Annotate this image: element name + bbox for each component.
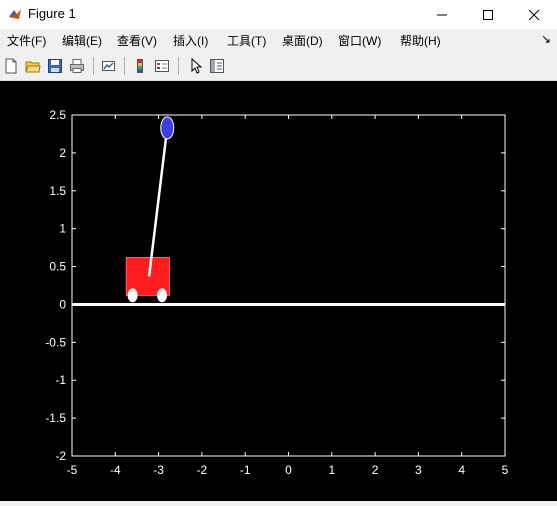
- figure-canvas[interactable]: -5 -4 -3 -2 -1 0 1 2 3 4 5 -2 -1.5 -1 -0.5 0 0.5 1 1.5 2 2.5: [0, 81, 557, 501]
- menu-view[interactable]: 查看(V): [117, 32, 157, 49]
- toolbar-separator: [93, 57, 94, 75]
- y-tick-label: 2.5: [49, 108, 66, 122]
- y-tick-label: -2: [55, 449, 66, 463]
- minimize-button[interactable]: [419, 0, 465, 29]
- y-tick-label: -1.5: [45, 411, 66, 425]
- x-tick-label: -2: [197, 463, 208, 477]
- pendulum-bob: [160, 116, 175, 140]
- x-tick-label: 5: [502, 463, 509, 477]
- menu-tools[interactable]: 工具(T): [227, 32, 266, 49]
- pointer-button[interactable]: [185, 56, 205, 76]
- y-tick-label: 0: [59, 297, 66, 311]
- legend-icon: [155, 60, 169, 72]
- menu-window[interactable]: 窗口(W): [338, 32, 381, 49]
- menu-edit[interactable]: 编辑(E): [62, 32, 102, 49]
- x-tick-label: 0: [285, 463, 292, 477]
- x-tick-label: 2: [372, 463, 379, 477]
- dock-arrow-icon[interactable]: ↘: [541, 32, 551, 46]
- y-tick-label: 1: [59, 222, 66, 236]
- maximize-icon: [483, 9, 493, 20]
- colorbar-button[interactable]: [130, 56, 150, 76]
- x-tick-label: 3: [415, 463, 422, 477]
- menu-help[interactable]: 帮助(H): [400, 32, 441, 49]
- cart-wheel: [157, 288, 168, 303]
- close-icon: [528, 9, 540, 20]
- matlab-icon: [9, 9, 21, 19]
- menu-desktop[interactable]: 桌面(D): [282, 32, 323, 49]
- property-inspector-icon: [210, 59, 224, 73]
- menu-bar: 文件(F) 编辑(E) 查看(V) 插入(I) 工具(T) 桌面(D) 窗口(W…: [0, 29, 557, 51]
- colorbar-icon: [137, 59, 143, 73]
- legend-button[interactable]: [152, 56, 172, 76]
- minimize-icon: [437, 14, 447, 15]
- y-tick-label: -0.5: [45, 335, 66, 349]
- x-tick-label: -4: [110, 463, 121, 477]
- close-button[interactable]: [511, 0, 557, 29]
- open-icon: [25, 61, 41, 73]
- open-button[interactable]: [23, 56, 43, 76]
- new-figure-button[interactable]: [1, 56, 21, 76]
- link-plot-icon: [102, 61, 115, 71]
- window-title: Figure 1: [28, 6, 76, 21]
- menu-file[interactable]: 文件(F): [7, 32, 46, 49]
- property-inspector-button[interactable]: [207, 56, 227, 76]
- x-tick-label: -1: [240, 463, 251, 477]
- y-tick-label: -1: [55, 373, 66, 387]
- cart-wheel: [127, 288, 138, 303]
- new-figure-icon: [5, 58, 17, 74]
- y-tick-label: 2: [59, 146, 66, 160]
- maximize-button[interactable]: [465, 0, 511, 29]
- y-tick-label: 0.5: [49, 260, 66, 274]
- y-tick-label: 1.5: [49, 184, 66, 198]
- print-button[interactable]: [67, 56, 87, 76]
- link-plot-button[interactable]: [99, 56, 119, 76]
- x-tick-label: -5: [67, 463, 78, 477]
- toolbar: [0, 51, 557, 81]
- pointer-icon: [191, 58, 203, 74]
- x-tick-label: 4: [458, 463, 465, 477]
- save-icon: [48, 59, 62, 73]
- x-tick-label: -3: [153, 463, 164, 477]
- pendulum-rod: [147, 127, 169, 277]
- toolbar-separator: [124, 57, 125, 75]
- save-button[interactable]: [45, 56, 65, 76]
- x-tick-label: 1: [328, 463, 335, 477]
- toolbar-separator: [178, 57, 179, 75]
- cart-pole-axes[interactable]: -5 -4 -3 -2 -1 0 1 2 3 4 5 -2 -1.5 -1 -0.5 0 0.5 1 1.5 2 2.5: [0, 81, 557, 501]
- title-bar: Figure 1: [0, 0, 557, 29]
- menu-insert[interactable]: 插入(I): [173, 32, 208, 49]
- print-icon: [70, 59, 84, 73]
